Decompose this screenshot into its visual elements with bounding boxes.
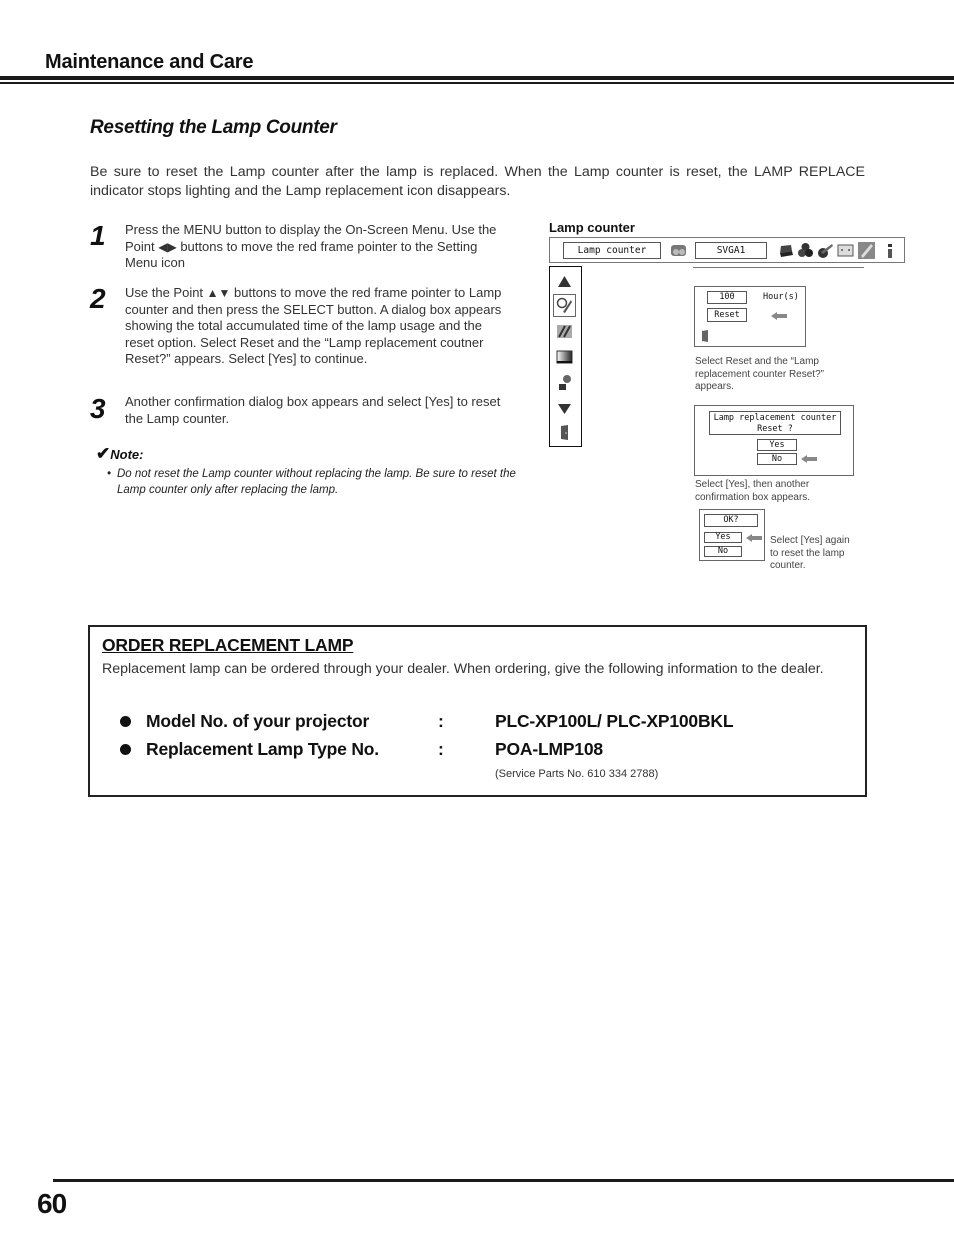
no-button[interactable]: No bbox=[757, 453, 797, 465]
step-number-2: 2 bbox=[90, 283, 106, 314]
osd-caption-label: Lamp counter bbox=[549, 220, 635, 235]
step-text-3: Another confirmation dialog box appears … bbox=[125, 394, 501, 426]
scroll-down-icon bbox=[558, 404, 571, 414]
header-rule-thin bbox=[0, 82, 954, 84]
osd-menu-item-box: Lamp counter bbox=[563, 242, 661, 259]
dialog1-caption: Select Reset and the “Lamp replacement c… bbox=[695, 356, 824, 392]
osd-source-box: SVGA1 bbox=[695, 242, 767, 259]
source-select-icon bbox=[671, 245, 686, 256]
screen-icon bbox=[837, 244, 854, 257]
gradient-icon bbox=[556, 350, 573, 364]
bullet-icon: • bbox=[107, 468, 112, 480]
checkmark-icon: ✔ bbox=[96, 444, 111, 463]
exit-door-icon bbox=[702, 330, 708, 342]
spec-separator: : bbox=[438, 711, 444, 731]
pointer-arrow-icon bbox=[771, 312, 787, 320]
page-number: 60 bbox=[37, 1188, 67, 1219]
hours-unit: Hour(s) bbox=[763, 292, 799, 302]
osd-menu-bar: Lamp counter SVGA1 bbox=[549, 237, 905, 263]
osd-side-menu bbox=[549, 266, 582, 447]
step-text-1: Press the MENU button to display the On-… bbox=[125, 222, 510, 272]
spec-value: POA-LMP108 bbox=[495, 739, 603, 759]
spec-value: PLC-XP100L/ PLC-XP100BKL bbox=[495, 711, 734, 731]
note-heading: ✔Note: bbox=[96, 444, 143, 464]
spec-label: Model No. of your projector bbox=[146, 711, 370, 731]
image-adjust-icon bbox=[818, 244, 833, 258]
exit-door-icon bbox=[561, 425, 568, 440]
spec-separator: : bbox=[438, 739, 444, 759]
up-down-arrows-icon: ▲▼ bbox=[206, 286, 231, 300]
no-button[interactable]: No bbox=[704, 546, 742, 557]
step-1-text-b: buttons to move the red frame pointer to… bbox=[125, 238, 478, 271]
tools-icon bbox=[557, 325, 572, 338]
footer-rule bbox=[53, 1179, 954, 1182]
color-adjust-icon bbox=[798, 243, 813, 257]
reset-button[interactable]: Reset bbox=[707, 308, 747, 322]
step-number-3: 3 bbox=[90, 393, 106, 424]
ok-question: OK? bbox=[704, 514, 758, 527]
setting-icon bbox=[858, 242, 875, 259]
header-rule bbox=[0, 76, 954, 80]
key-icon bbox=[559, 375, 571, 390]
service-parts-number: (Service Parts No. 610 334 2788) bbox=[495, 768, 659, 780]
step-number-1: 1 bbox=[90, 220, 106, 251]
pointer-arrow-icon bbox=[746, 534, 762, 542]
lamp-setting-icon bbox=[556, 297, 572, 313]
dialog2-caption: Select [Yes], then another confirmation … bbox=[695, 479, 811, 503]
note-label: Note: bbox=[110, 447, 144, 462]
order-title: ORDER REPLACEMENT LAMP bbox=[102, 635, 354, 655]
section-title: Maintenance and Care bbox=[45, 51, 254, 73]
pointer-arrow-icon bbox=[801, 455, 817, 463]
note-text: • Do not reset the Lamp counter without … bbox=[107, 467, 517, 498]
yes-button[interactable]: Yes bbox=[704, 532, 742, 543]
left-right-arrows-icon: ◀▶ bbox=[158, 239, 177, 254]
question-line-2: Reset ? bbox=[757, 424, 793, 434]
pc-adjust-icon bbox=[780, 245, 793, 257]
question-line-1: Lamp replacement counter bbox=[713, 413, 837, 423]
step-text-2: Use the Point ▲▼ buttons to move the red… bbox=[125, 285, 510, 368]
order-text: Replacement lamp can be ordered through … bbox=[102, 661, 824, 677]
lamp-hours-dialog: 100 Hour(s) Reset bbox=[694, 286, 806, 347]
ok-confirm-dialog: OK? Yes No bbox=[699, 509, 765, 561]
bullet-icon bbox=[120, 744, 131, 755]
reset-question: Lamp replacement counter Reset ? bbox=[709, 411, 841, 435]
page-subtitle: Resetting the Lamp Counter bbox=[90, 117, 337, 138]
yes-button[interactable]: Yes bbox=[757, 439, 797, 451]
osd-separator bbox=[693, 267, 864, 268]
intro-paragraph: Be sure to reset the Lamp counter after … bbox=[90, 164, 865, 199]
reset-confirm-dialog: Lamp replacement counter Reset ? Yes No bbox=[694, 405, 854, 476]
note-body: Do not reset the Lamp counter without re… bbox=[117, 468, 516, 496]
bullet-icon bbox=[120, 716, 131, 727]
dialog3-caption: Select [Yes] again to reset the lamp cou… bbox=[770, 535, 850, 571]
scroll-up-icon bbox=[558, 276, 571, 287]
spec-label: Replacement Lamp Type No. bbox=[146, 739, 379, 759]
hours-value: 100 bbox=[707, 291, 747, 304]
step-2-text-a: Use the Point bbox=[125, 285, 207, 300]
information-icon bbox=[888, 244, 892, 258]
